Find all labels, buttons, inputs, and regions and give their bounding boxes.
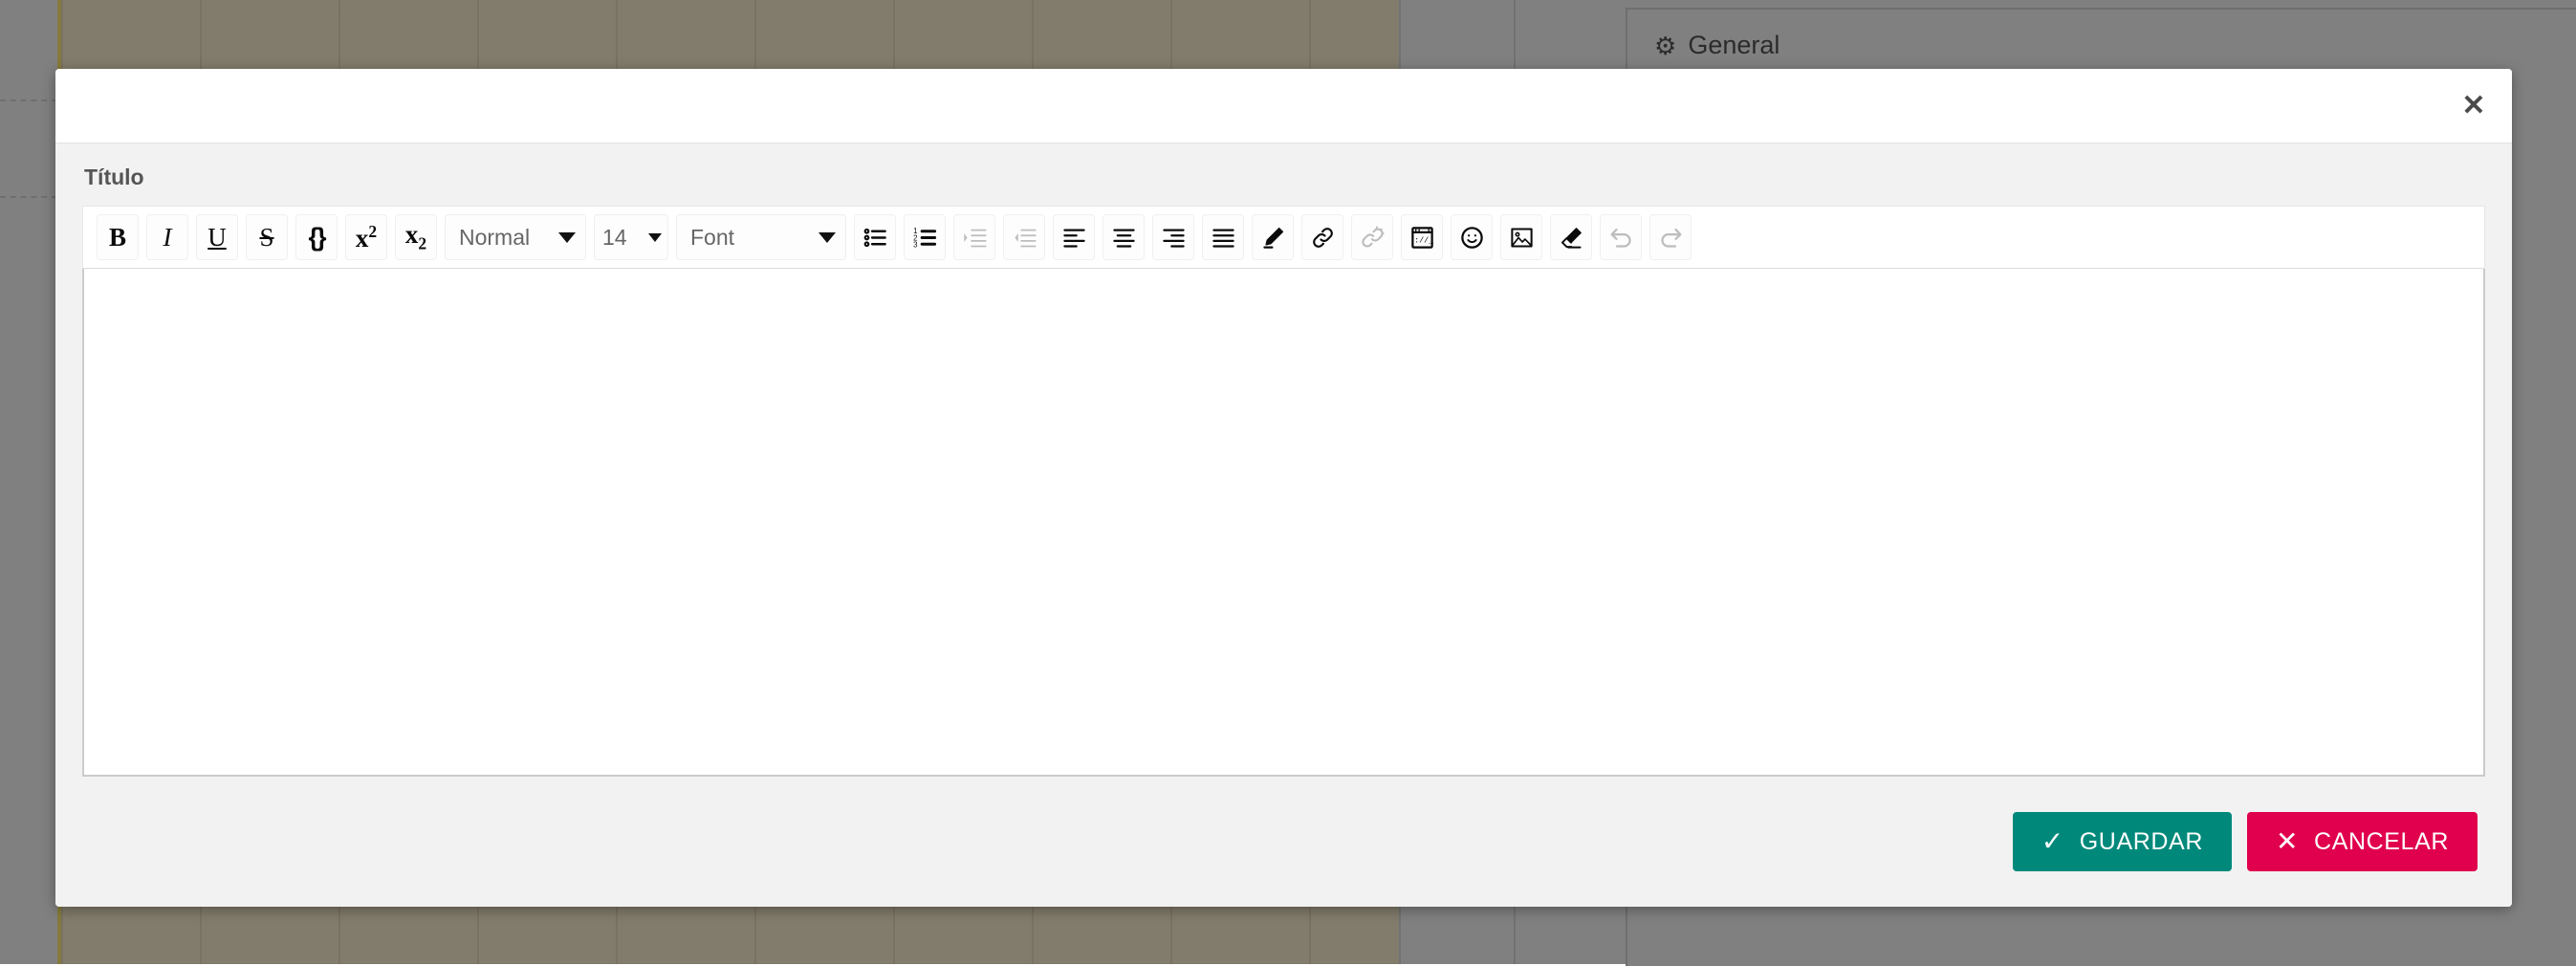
indent-decrease-icon [1003, 214, 1045, 260]
chevron-down-icon [648, 233, 662, 242]
font-size-select[interactable]: 14 [594, 214, 668, 260]
bold-button[interactable]: B [97, 214, 139, 260]
chevron-down-icon [819, 232, 836, 243]
strikethrough-button[interactable]: S [246, 214, 288, 260]
bold-glyph: B [109, 225, 126, 251]
embed-url-icon[interactable]: ://_ [1401, 214, 1443, 260]
cancel-button-label: CANCELAR [2314, 828, 2449, 856]
svg-text:://_: ://_ [1414, 235, 1434, 245]
redo-icon [1649, 214, 1692, 260]
font-family-select-value: Font [690, 225, 734, 251]
align-right-icon[interactable] [1152, 214, 1194, 260]
format-select-value: Normal [459, 225, 530, 251]
superscript-button[interactable]: x2 [345, 214, 387, 260]
editor-toolbar: B I U S {} x2 x2 Normal 14 Font 123 ://_ [82, 206, 2485, 269]
modal-footer: ✓ GUARDAR ✕ CANCELAR [55, 777, 2512, 907]
titulo-field-label: Título [84, 165, 2485, 190]
strikethrough-glyph: S [259, 225, 273, 251]
editor-wrapper: B I U S {} x2 x2 Normal 14 Font 123 ://_ [82, 206, 2485, 777]
modal-body: Título B I U S {} x2 x2 Normal 14 Font 123 ://_ [55, 143, 2512, 777]
emoji-icon[interactable] [1451, 214, 1493, 260]
modal-header: ✕ [55, 69, 2512, 143]
backdrop-left-rail [0, 0, 57, 964]
svg-text:3: 3 [913, 240, 918, 249]
highlighter-pen-icon[interactable] [1252, 214, 1294, 260]
font-size-select-value: 14 [602, 225, 627, 251]
format-select[interactable]: Normal [445, 214, 586, 260]
close-x-icon: ✕ [2276, 828, 2299, 855]
italic-button[interactable]: I [146, 214, 188, 260]
save-button[interactable]: ✓ GUARDAR [2013, 812, 2232, 871]
cancel-button[interactable]: ✕ CANCELAR [2247, 812, 2478, 871]
save-button-label: GUARDAR [2080, 828, 2203, 856]
link-icon[interactable] [1301, 214, 1343, 260]
italic-glyph: I [164, 225, 172, 251]
image-icon[interactable] [1500, 214, 1542, 260]
align-center-icon[interactable] [1102, 214, 1145, 260]
chevron-down-icon [558, 232, 576, 243]
code-block-glyph: {} [308, 225, 324, 251]
close-icon[interactable]: ✕ [2455, 87, 2493, 125]
subscript-button[interactable]: x2 [395, 214, 437, 260]
align-left-icon[interactable] [1053, 214, 1095, 260]
general-section-title: General [1688, 31, 1779, 60]
unlink-icon [1351, 214, 1393, 260]
align-justify-icon[interactable] [1202, 214, 1244, 260]
underline-glyph: U [207, 225, 227, 251]
superscript-glyph: x2 [356, 224, 377, 252]
code-block-button[interactable]: {} [295, 214, 338, 260]
numbered-list-icon[interactable]: 123 [904, 214, 946, 260]
clear-format-eraser-icon[interactable] [1550, 214, 1592, 260]
gear-icon: ⚙ [1654, 33, 1676, 58]
editor-content-area[interactable] [82, 269, 2485, 777]
underline-button[interactable]: U [196, 214, 238, 260]
subscript-glyph: x2 [405, 222, 426, 252]
indent-increase-icon [953, 214, 995, 260]
undo-icon [1600, 214, 1642, 260]
backdrop-general-section-header: ⚙ General [1654, 31, 1779, 60]
font-family-select[interactable]: Font [676, 214, 846, 260]
check-icon: ✓ [2041, 828, 2064, 855]
bullet-list-icon[interactable] [854, 214, 896, 260]
rich-text-editor-modal: ✕ Título B I U S {} x2 x2 Normal 14 Font 123 ://_ ✓… [55, 69, 2512, 907]
